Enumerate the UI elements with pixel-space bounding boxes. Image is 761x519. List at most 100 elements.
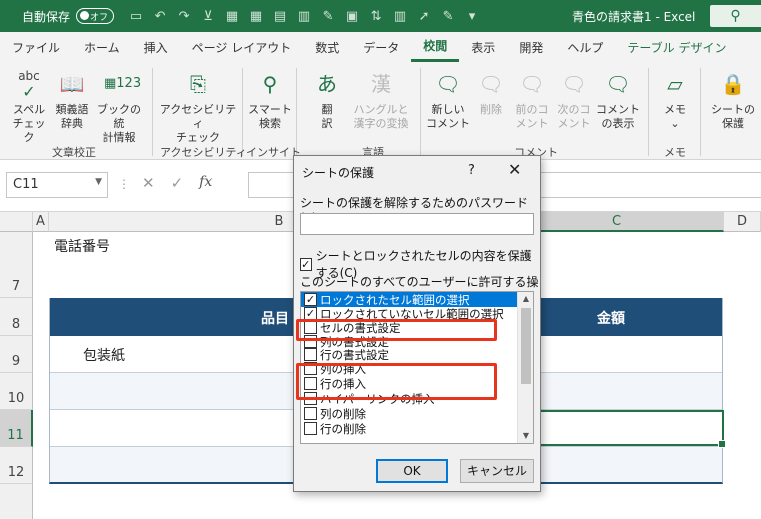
new-comment-button[interactable]: 🗨 新しい コメント: [426, 68, 470, 131]
comment-new-icon: 🗨: [435, 72, 461, 96]
button-label: 辞典: [61, 117, 83, 130]
tab-review[interactable]: 校閲: [411, 32, 460, 62]
redo-icon[interactable]: ↷: [172, 6, 196, 26]
button-label: 漢字の変換: [353, 117, 409, 130]
permission-item[interactable]: ✓ ロックされたセル範囲の選択: [301, 292, 533, 307]
row-header-12[interactable]: 12: [0, 447, 33, 484]
row-header-8[interactable]: 8: [0, 298, 33, 336]
spelling-button[interactable]: abc ✓ スペル チェック: [8, 68, 50, 145]
chevron-down-icon[interactable]: ▾: [460, 6, 484, 26]
tab-page-layout[interactable]: ページ レイアウト: [180, 32, 304, 62]
permission-item[interactable]: 行の削除: [301, 421, 533, 436]
thesaurus-button[interactable]: 📖 類義語 辞典: [52, 68, 92, 131]
row-header-10[interactable]: 10: [0, 373, 33, 410]
group-separator: [700, 68, 701, 156]
close-icon[interactable]: ✕: [508, 160, 521, 179]
edit-icon[interactable]: ✎: [436, 6, 460, 26]
show-comments-button[interactable]: 🗨 コメント の表示: [596, 68, 640, 131]
sort-icon[interactable]: ⇅: [364, 6, 388, 26]
checkbox-checked-icon[interactable]: ✓: [304, 293, 317, 306]
active-cell-c11[interactable]: [510, 410, 726, 448]
grid-icon[interactable]: ▤: [268, 6, 292, 26]
comment-show-icon: 🗨: [605, 72, 631, 96]
button-label: 訳: [321, 117, 333, 130]
tab-data[interactable]: データ: [351, 32, 411, 62]
checkbox-icon[interactable]: [304, 348, 317, 361]
undo-icon[interactable]: ↶: [148, 6, 172, 26]
button-label: 次のコ: [557, 103, 591, 116]
help-icon[interactable]: ?: [468, 163, 475, 178]
memo-icon: ▱: [667, 72, 683, 96]
translate-button[interactable]: あ 翻 訳: [310, 68, 344, 131]
previous-comment-button[interactable]: 🗨 前のコ メント: [512, 68, 552, 131]
tab-formulas[interactable]: 数式: [303, 32, 351, 62]
autosave-control[interactable]: 自動保存 オフ: [22, 8, 115, 25]
delete-comment-button[interactable]: 🗨 削除: [472, 68, 510, 117]
workbook-statistics-button[interactable]: ▦123 ブックの統 計情報: [92, 68, 146, 145]
permission-label: 行の削除: [320, 421, 366, 436]
button-label: シートの: [711, 103, 755, 116]
list-scrollbar[interactable]: ▲ ▼: [517, 292, 533, 443]
confirm-icon[interactable]: ✓: [171, 174, 184, 192]
button-label: 削除: [480, 103, 502, 116]
row-header-7[interactable]: 7: [0, 232, 33, 298]
button-label: チェック: [176, 131, 220, 144]
group-label-proofing: 文章校正: [52, 146, 96, 159]
scrollbar-thumb[interactable]: [521, 308, 531, 384]
autosave-toggle[interactable]: オフ: [76, 8, 115, 24]
tab-developer[interactable]: 開発: [507, 32, 555, 62]
button-label: メント: [557, 117, 591, 130]
column-header-d[interactable]: D: [724, 212, 761, 232]
select-all-corner[interactable]: [0, 212, 33, 232]
table-icon[interactable]: ▦: [244, 6, 268, 26]
print-icon[interactable]: ▣: [340, 6, 364, 26]
checkbox-checked-icon[interactable]: ✓: [300, 257, 312, 271]
chevron-down-icon: ⌄: [670, 117, 680, 130]
scroll-down-icon[interactable]: ▼: [518, 429, 533, 443]
grid-icon[interactable]: ▥: [292, 6, 316, 26]
function-icon[interactable]: fx: [199, 174, 212, 192]
protect-sheet-button[interactable]: 🔒 シートの 保護: [708, 68, 758, 131]
permission-item[interactable]: 行の書式設定: [301, 348, 533, 362]
tab-table-design[interactable]: テーブル デザイン: [615, 32, 738, 62]
button-label: 計情報: [102, 131, 136, 144]
save-icon[interactable]: ▭: [124, 6, 148, 26]
scroll-up-icon[interactable]: ▲: [518, 292, 533, 306]
search-icon: ⚲: [262, 72, 278, 96]
ok-button[interactable]: OK: [376, 459, 448, 483]
button-label: の表示: [601, 117, 635, 130]
group-separator: [152, 68, 153, 156]
column-header-a[interactable]: A: [33, 212, 49, 232]
tab-insert[interactable]: 挿入: [132, 32, 180, 62]
tab-home[interactable]: ホーム: [72, 32, 132, 62]
row-header-11[interactable]: 11: [0, 410, 33, 447]
pointer-icon[interactable]: ➚: [412, 6, 436, 26]
checkbox-icon[interactable]: [304, 407, 317, 420]
comment-prev-icon: 🗨: [519, 72, 545, 96]
hangul-hanja-button[interactable]: 漢 ハングルと 漢字の変換: [348, 68, 414, 131]
quick-access-toolbar: ▭ ↶ ↷ ⊻ ▦ ▦ ▤ ▥ ✎ ▣ ⇅ ▥ ➚ ✎ ▾: [124, 6, 484, 26]
edit-icon[interactable]: ✎: [316, 6, 340, 26]
search-icon[interactable]: ⚲: [710, 5, 761, 27]
checkbox-icon[interactable]: [304, 422, 317, 435]
notes-button[interactable]: ▱ メモ ⌄: [656, 68, 694, 131]
table-icon[interactable]: ▦: [220, 6, 244, 26]
tab-help[interactable]: ヘルプ: [555, 32, 615, 62]
chart-icon[interactable]: ▥: [388, 6, 412, 26]
column-header-c[interactable]: C: [510, 212, 724, 232]
password-input[interactable]: [300, 213, 534, 235]
cancel-button[interactable]: キャンセル: [460, 459, 534, 483]
cancel-icon[interactable]: ✕: [142, 174, 155, 192]
filter-icon[interactable]: ⊻: [196, 6, 220, 26]
translate-icon: あ: [317, 72, 337, 96]
row-header-13[interactable]: [0, 484, 33, 519]
permission-item[interactable]: 列の削除: [301, 406, 533, 421]
smart-lookup-button[interactable]: ⚲ スマート 検索: [248, 68, 292, 131]
tab-view[interactable]: 表示: [459, 32, 507, 62]
chevron-down-icon[interactable]: ▼: [95, 177, 102, 187]
name-box[interactable]: C11 ▼: [6, 172, 108, 198]
tab-file[interactable]: ファイル: [0, 32, 72, 62]
row-header-9[interactable]: 9: [0, 336, 33, 373]
check-accessibility-button[interactable]: ⎘ アクセシビリティ チェック: [158, 68, 238, 145]
next-comment-button[interactable]: 🗨 次のコ メント: [554, 68, 594, 131]
